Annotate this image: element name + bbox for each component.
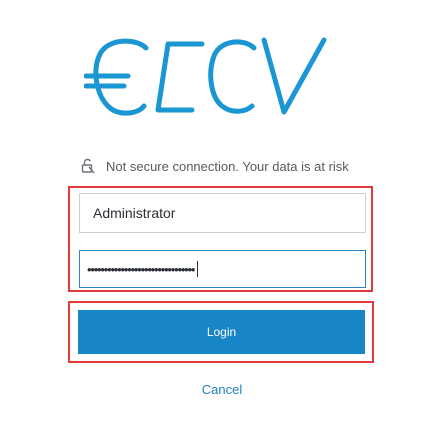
username-field[interactable]: Administrator	[79, 193, 366, 233]
broken-lock-icon	[80, 158, 96, 174]
password-mask: ••••••••••••••••••••••••••••••••	[87, 261, 195, 277]
login-page: Not secure connection. Your data is at r…	[0, 0, 444, 429]
security-warning-text: Not secure connection. Your data is at r…	[106, 158, 349, 174]
username-value: Administrator	[93, 205, 176, 221]
password-field[interactable]: ••••••••••••••••••••••••••••••••	[79, 250, 366, 288]
text-caret	[197, 261, 199, 277]
ccv-logo	[84, 37, 327, 116]
cancel-link[interactable]: Cancel	[0, 382, 444, 397]
security-warning: Not secure connection. Your data is at r…	[80, 156, 349, 176]
login-button[interactable]: Login	[78, 310, 365, 354]
